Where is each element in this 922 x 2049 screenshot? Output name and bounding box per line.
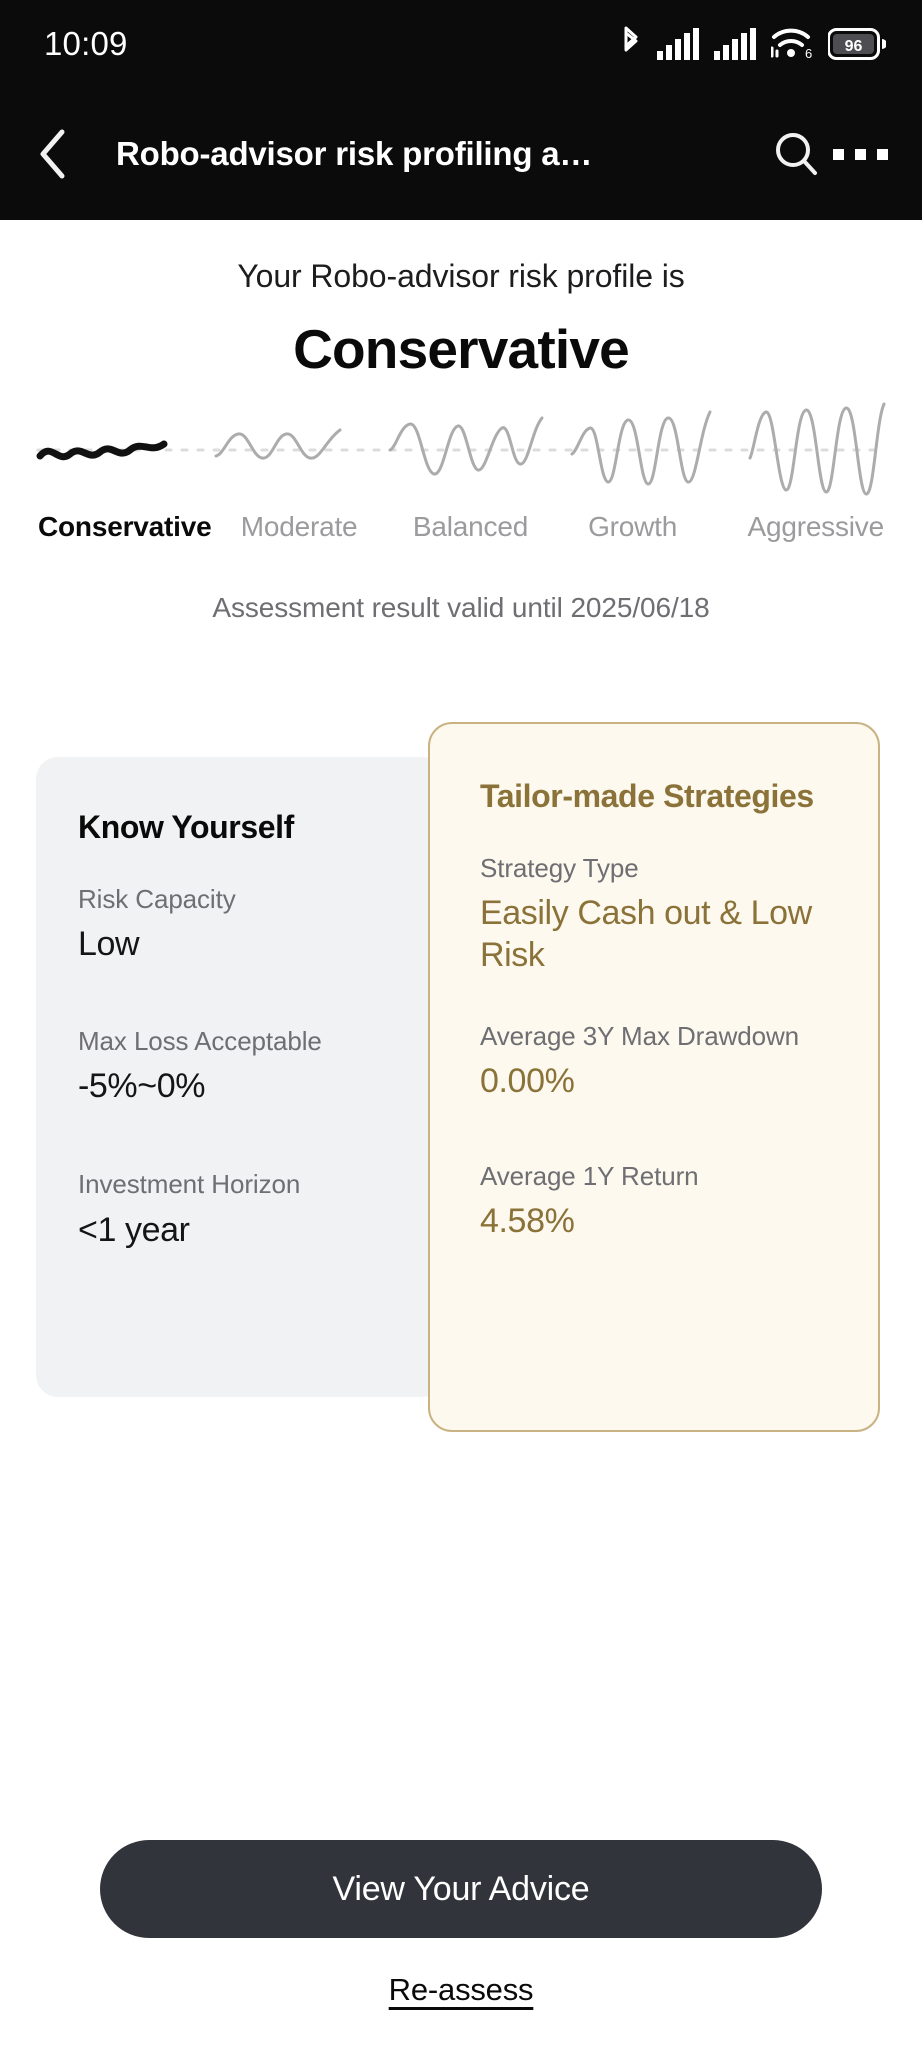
field-value: 4.58%	[480, 1201, 575, 1240]
re-assess-link-wrapper: Re-assess	[0, 1972, 922, 2008]
chevron-left-icon	[40, 129, 65, 179]
hero-section: Your Robo-advisor risk profile is Conser…	[0, 220, 922, 381]
know-yourself-card: Know Yourself Risk Capacity Low Max Loss…	[36, 757, 444, 1397]
svg-text:6: 6	[805, 46, 812, 60]
battery-icon: 96	[827, 27, 887, 65]
field-label: Risk Capacity	[78, 884, 236, 914]
field-label: Max Loss Acceptable	[78, 1025, 322, 1056]
field-label: Strategy Type	[480, 853, 639, 883]
more-options-icon	[832, 148, 888, 160]
app-header: Robo-advisor risk profiling a…	[0, 88, 922, 220]
bluetooth-icon	[618, 24, 644, 65]
validity-text: Assessment result valid until 2025/06/18	[212, 592, 710, 623]
risk-profile-name: Conservative	[293, 318, 630, 380]
cellular-signal-icon	[714, 27, 758, 65]
know-yourself-title: Know Yourself	[78, 809, 294, 845]
risk-scale-labels: Conservative Moderate Balanced Growth Ag…	[0, 505, 922, 549]
field-max-loss-acceptable: Max Loss Acceptable -5%~0%	[78, 1026, 408, 1108]
cellular-signal-icon	[657, 27, 701, 65]
wave-segment-balanced	[388, 416, 544, 476]
field-value: 0.00%	[480, 1062, 575, 1101]
field-strategy-type: Strategy Type Easily Cash out & Low Risk	[480, 853, 832, 976]
scale-label-conservative: Conservative	[38, 511, 212, 542]
wifi-icon: 6	[770, 26, 815, 65]
scale-label-balanced: Balanced	[412, 511, 529, 542]
tailor-made-strategies-card: Tailor-made Strategies Strategy Type Eas…	[428, 722, 880, 1432]
hero-subtitle: Your Robo-advisor risk profile is	[237, 258, 685, 294]
back-button[interactable]	[22, 123, 84, 185]
scale-label-growth: Growth	[588, 511, 678, 542]
status-bar-icons: 6 96	[618, 24, 887, 65]
wave-segment-aggressive	[748, 402, 886, 496]
risk-waveform-svg	[36, 402, 886, 496]
page-title: Robo-advisor risk profiling a…	[116, 135, 593, 172]
tailor-made-title: Tailor-made Strategies	[480, 778, 814, 814]
search-button[interactable]	[764, 122, 828, 186]
field-risk-capacity: Risk Capacity Low	[78, 884, 408, 966]
view-your-advice-button[interactable]: View Your Advice	[100, 1840, 822, 1938]
field-investment-horizon: Investment Horizon <1 year	[78, 1169, 408, 1251]
field-label: Average 3Y Max Drawdown	[480, 1021, 800, 1052]
wave-segment-moderate	[214, 428, 342, 460]
more-options-button[interactable]	[828, 122, 892, 186]
field-value: Low	[78, 925, 140, 964]
field-value: <1 year	[78, 1210, 190, 1249]
field-label: Average 1Y Return	[480, 1160, 699, 1191]
scale-label-moderate: Moderate	[240, 511, 358, 542]
battery-percent-label: 96	[845, 38, 863, 55]
risk-spectrum-chart	[0, 388, 922, 500]
scale-label-aggressive: Aggressive	[747, 511, 884, 542]
field-label: Investment Horizon	[78, 1169, 301, 1200]
status-bar: 10:09 6 96	[0, 0, 922, 88]
field-value: Easily Cash out & Low Risk	[480, 894, 812, 974]
search-icon	[776, 133, 817, 175]
status-bar-clock: 10:09	[44, 25, 128, 62]
field-avg-1y-return: Average 1Y Return 4.58%	[480, 1161, 832, 1243]
field-value: -5%~0%	[78, 1066, 206, 1105]
field-avg-3y-max-drawdown: Average 3Y Max Drawdown 0.00%	[480, 1021, 832, 1103]
wave-segment-growth	[570, 410, 712, 486]
re-assess-link[interactable]: Re-assess	[389, 1972, 534, 2007]
